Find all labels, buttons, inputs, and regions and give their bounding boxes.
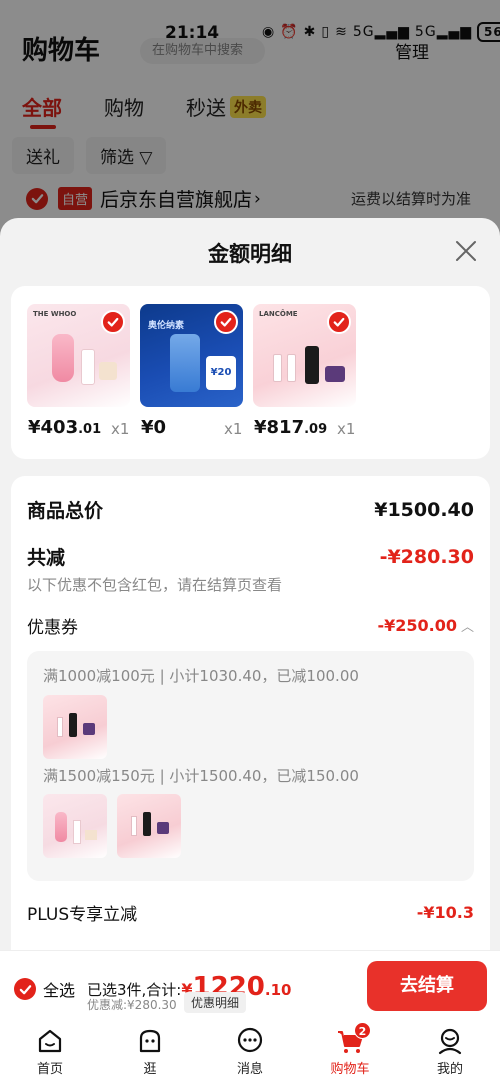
- product-item[interactable]: LANCÔME ¥817.09 x1: [253, 304, 358, 438]
- coupon-toggle[interactable]: -¥250.00 ︿: [377, 616, 474, 635]
- bottom-nav: 首页 逛 消息 2 购物车 我的: [0, 1020, 500, 1085]
- product-item[interactable]: THE WHOO ¥403.01 x1: [27, 304, 132, 438]
- product-image[interactable]: LANCÔME: [253, 304, 356, 407]
- product-brand: LANCÔME: [259, 310, 298, 318]
- plus-row: PLUS专享立减 -¥10.3: [27, 900, 474, 925]
- overlay-mask[interactable]: [0, 0, 500, 240]
- discount-detail-button[interactable]: 优惠明细: [184, 992, 247, 1013]
- amount-detail-sheet: 金额明细 THE WHOO ¥403.01 x1 奥伦纳素 ¥20 ¥0 x1 …: [0, 218, 500, 950]
- coupon-product-thumb: [117, 794, 181, 858]
- select-all[interactable]: 全选: [14, 977, 75, 1001]
- amount-detail-card: 商品总价 ¥1500.40 共减 -¥280.30 以下优惠不包含红包，请在结算…: [11, 476, 490, 950]
- reduction-row: 共减 -¥280.30: [27, 543, 474, 570]
- chevron-up-icon[interactable]: ︿: [461, 616, 474, 635]
- nav-item-explore[interactable]: 逛: [100, 1020, 200, 1085]
- checkout-button[interactable]: 去结算: [367, 961, 487, 1011]
- product-image[interactable]: THE WHOO: [27, 304, 130, 407]
- product-qty: x1: [224, 420, 243, 438]
- product-promo-tag: ¥20: [206, 356, 236, 390]
- product-brand: 奥伦纳素: [148, 321, 185, 331]
- select-all-check-icon[interactable]: [14, 978, 36, 1000]
- sheet-title: 金额明细: [208, 242, 292, 266]
- message-icon: [237, 1027, 263, 1053]
- nav-item-home[interactable]: 首页: [0, 1020, 100, 1085]
- product-qty: x1: [111, 420, 130, 438]
- plus-label: PLUS专享立减: [27, 905, 138, 925]
- discount-text: 优惠减:¥280.30: [87, 998, 177, 1012]
- product-check-icon[interactable]: [327, 310, 351, 334]
- nav-item-messages[interactable]: 消息: [200, 1020, 300, 1085]
- nav-item-profile[interactable]: 我的: [400, 1020, 500, 1085]
- product-price: ¥817.09: [254, 417, 328, 438]
- coupon-row[interactable]: 优惠券 -¥250.00 ︿: [27, 613, 474, 638]
- coupon-product-thumb: [43, 695, 107, 759]
- select-all-label: 全选: [43, 981, 76, 1000]
- product-check-icon[interactable]: [214, 310, 238, 334]
- product-price: ¥0: [141, 417, 167, 438]
- checkout-bar: 全选 已选3件,合计:¥1220.10 优惠减:¥280.30 优惠明细 去结算: [0, 950, 500, 1020]
- product-item[interactable]: 奥伦纳素 ¥20 ¥0 x1: [140, 304, 245, 438]
- reduction-label: 共减: [27, 547, 66, 569]
- product-image[interactable]: 奥伦纳素 ¥20: [140, 304, 243, 407]
- plus-value: -¥10.3: [416, 903, 474, 922]
- total-value: ¥1500.40: [374, 498, 474, 521]
- coupon-value: -¥250.00: [377, 616, 457, 635]
- coupon-detail-box: 满1000减100元 | 小计1030.40，已减100.00 满1500减15…: [27, 651, 474, 881]
- total-label: 商品总价: [27, 500, 104, 522]
- nav-item-cart[interactable]: 2 购物车: [300, 1020, 400, 1085]
- products-card: THE WHOO ¥403.01 x1 奥伦纳素 ¥20 ¥0 x1 LANCÔ…: [11, 286, 490, 459]
- coupon-line: 满1000减100元 | 小计1030.40，已减100.00: [43, 667, 359, 685]
- profile-icon: [438, 1028, 462, 1055]
- total-row: 商品总价 ¥1500.40: [27, 496, 474, 523]
- reduction-value: -¥280.30: [379, 545, 474, 568]
- close-icon[interactable]: [454, 239, 478, 263]
- product-qty: x1: [337, 420, 356, 438]
- home-icon: [38, 1029, 62, 1053]
- reduction-note: 以下优惠不包含红包，请在结算页查看: [27, 576, 283, 594]
- product-brand: THE WHOO: [33, 310, 77, 318]
- explore-icon: [139, 1029, 161, 1053]
- cart-count-badge: 2: [354, 1022, 371, 1039]
- coupon-line: 满1500减150元 | 小计1500.40，已减150.00: [43, 767, 359, 785]
- coupon-label: 优惠券: [27, 618, 78, 638]
- product-check-icon[interactable]: [101, 310, 125, 334]
- coupon-product-thumb: [43, 794, 107, 858]
- product-price: ¥403.01: [28, 417, 102, 438]
